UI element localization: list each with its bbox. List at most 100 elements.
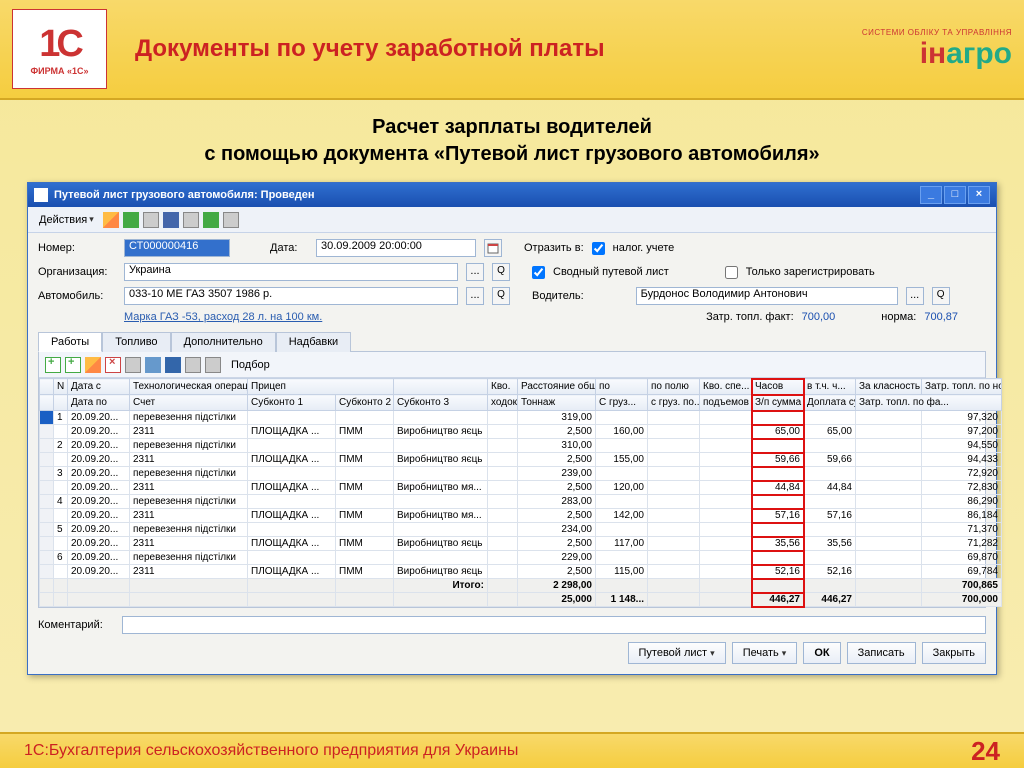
org-select-button[interactable]: ... [466,263,484,281]
label-tax: налог. учете [613,242,675,254]
copy-icon[interactable] [143,212,159,228]
attach-icon[interactable] [223,212,239,228]
date-field[interactable]: 30.09.2009 20:00:00 [316,239,476,257]
table-row[interactable]: 320.09.20...перевезення підстілки239,007… [40,467,1002,481]
tab-bonuses[interactable]: Надбавки [276,332,351,352]
movements-icon[interactable] [203,212,219,228]
comment-field[interactable] [122,616,986,634]
close-window-button[interactable]: × [968,186,990,204]
footer-text: 1С:Бухгалтерия сельскохозяйственного пре… [24,742,971,760]
number-field[interactable]: СТ000000416 [124,239,230,257]
label-fuel-fact: Затр. топл. факт: [706,311,794,323]
label-date: Дата: [270,242,308,254]
table-row[interactable]: 20.09.20...2311ПЛОЩАДКА ...ПММВиробництв… [40,537,1002,551]
ok-button[interactable]: ОК [803,642,840,664]
sort-asc-icon[interactable] [185,357,201,373]
window-title: Путевой лист грузового автомобиля: Прове… [54,189,918,201]
button-bar: Путевой лист ▾ Печать ▾ ОК Записать Закр… [38,642,986,664]
save-button[interactable]: Записать [847,642,916,664]
table-row[interactable]: 20.09.20...2311ПЛОЩАДКА ...ПММВиробництв… [40,481,1002,495]
add-copy-icon[interactable] [65,357,81,373]
driver-select-button[interactable]: ... [906,287,924,305]
chevron-down-icon: ▾ [89,214,94,225]
table-row[interactable]: 620.09.20...перевезення підстілки229,006… [40,551,1002,565]
label-driver: Водитель: [532,290,584,302]
logo-in: ін [920,37,946,70]
tab-fuel[interactable]: Топливо [102,332,170,352]
form-body: Номер: СТ000000416 Дата: 30.09.2009 20:0… [28,233,996,674]
summary-checkbox[interactable] [532,266,545,279]
podbor-button[interactable]: Подбор [225,359,276,371]
fuel-fact-value: 700,00 [802,311,836,323]
logo-1c-text: ФИРМА «1С» [30,66,88,76]
move-up-icon[interactable] [145,357,161,373]
logo-1c-mark: 1С [39,23,80,66]
tab-additional[interactable]: Дополнительно [171,332,276,352]
table-row[interactable]: 220.09.20...перевезення підстілки310,009… [40,439,1002,453]
delete-row-icon[interactable] [105,357,121,373]
main-toolbar: Действия ▾ [28,207,996,233]
label-comment: Коментарий: [38,619,116,631]
label-summary: Сводный путевой лист [553,266,669,278]
slide-content: Расчет зарплаты водителей с помощью доку… [0,100,1024,732]
maximize-button[interactable]: □ [944,186,966,204]
org-field[interactable]: Украина [124,263,458,281]
comment-row: Коментарий: [38,616,986,634]
slide-number: 24 [971,736,1000,767]
driver-field[interactable]: Бурдонос Володимир Антонович [636,287,898,305]
move-down-icon[interactable] [165,357,181,373]
tabs: Работы Топливо Дополнительно Надбавки [38,331,986,351]
add-row-icon[interactable] [45,357,61,373]
total-row-1: Итого: 2 298,00 700,865 [40,579,1002,593]
auto-field[interactable]: 033-10 МЕ ГАЗ 3507 1986 р. [124,287,458,305]
driver-search-button[interactable]: Q [932,287,950,305]
tab-work[interactable]: Работы [38,332,102,352]
sort-desc-icon[interactable] [205,357,221,373]
post-document-icon[interactable] [123,212,139,228]
label-reflect: Отразить в: [524,242,584,254]
grid-container: Подбор N Дата [38,351,986,608]
report-icon[interactable] [183,212,199,228]
table-row[interactable]: 20.09.20...2311ПЛОЩАДКА ...ПММВиробництв… [40,565,1002,579]
only-register-checkbox[interactable] [725,266,738,279]
edit-icon[interactable] [103,212,119,228]
doc-title-1: Расчет зарплаты водителей [26,116,998,139]
slide-title: Документы по учету заработной платы [135,35,605,63]
header-row-1: N Дата с Технологическая операция Прицеп… [40,379,1002,395]
app-window: Путевой лист грузового автомобиля: Прове… [27,182,997,675]
grid-toolbar: Подбор [39,352,985,378]
print-button[interactable]: Печать ▾ [732,642,798,664]
logo-1c: 1С ФИРМА «1С» [12,9,107,89]
structure-icon[interactable] [163,212,179,228]
close-button[interactable]: Закрыть [922,642,986,664]
table-row[interactable]: 120.09.20...перевезення підстілки319,009… [40,411,1002,425]
logo-agro: агро [946,37,1012,70]
waybill-button[interactable]: Путевой лист ▾ [628,642,726,664]
logo-inagro: СИСТЕМИ ОБЛІКУ ТА УПРАВЛІННЯ інагро [862,28,1012,71]
edit-row-icon[interactable] [85,357,101,373]
tax-checkbox[interactable] [592,242,605,255]
minimize-button[interactable]: _ [920,186,942,204]
slide-footer: 1С:Бухгалтерия сельскохозяйственного пре… [0,732,1024,768]
label-number: Номер: [38,242,116,254]
auto-select-button[interactable]: ... [466,287,484,305]
auto-search-button[interactable]: Q [492,287,510,305]
table-row[interactable]: 20.09.20...2311ПЛОЩАДКА ...ПММВиробництв… [40,425,1002,439]
table-row[interactable]: 520.09.20...перевезення підстілки234,007… [40,523,1002,537]
window-icon [34,188,48,202]
slide-header: 1С ФИРМА «1С» Документы по учету заработ… [0,0,1024,100]
logo-inagro-sub: СИСТЕМИ ОБЛІКУ ТА УПРАВЛІННЯ [862,28,1012,37]
table-row[interactable]: 420.09.20...перевезення підстілки283,008… [40,495,1002,509]
doc-title-2: с помощью документа «Путевой лист грузов… [26,143,998,166]
auto-hint[interactable]: Марка ГАЗ -53, расход 28 л. на 100 км. [124,311,322,323]
org-search-button[interactable]: Q [492,263,510,281]
window-titlebar[interactable]: Путевой лист грузового автомобиля: Прове… [28,183,996,207]
actions-dropdown[interactable]: Действия ▾ [34,211,99,229]
table-row[interactable]: 20.09.20...2311ПЛОЩАДКА ...ПММВиробництв… [40,453,1002,467]
data-grid[interactable]: N Дата с Технологическая операция Прицеп… [39,378,1002,607]
actions-label: Действия [39,214,87,226]
paste-icon[interactable] [125,357,141,373]
table-row[interactable]: 20.09.20...2311ПЛОЩАДКА ...ПММВиробництв… [40,509,1002,523]
fuel-norm-value: 700,87 [924,311,958,323]
calendar-button[interactable] [484,239,502,257]
